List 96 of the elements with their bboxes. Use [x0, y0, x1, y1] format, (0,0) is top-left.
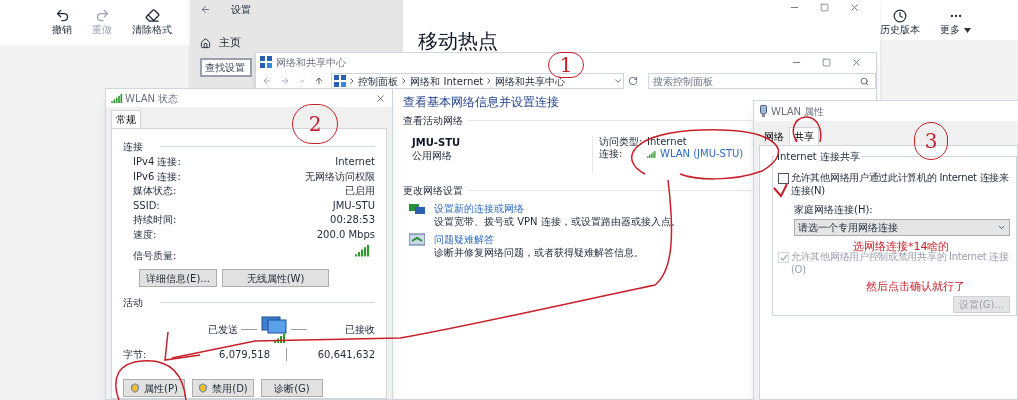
- field-label: 访问类型:: [599, 136, 644, 148]
- window-title: WLAN 属性: [771, 104, 825, 119]
- close-icon[interactable]: [375, 92, 386, 104]
- field-value: 200.0 Mbps: [315, 227, 375, 242]
- bytes-sent: 6,079,518: [218, 348, 270, 362]
- signal-icon: [355, 242, 370, 257]
- sent-label: 已发送: [208, 322, 238, 337]
- dialog-button[interactable]: 禁用(D): [192, 379, 254, 398]
- shield-icon: [130, 383, 141, 394]
- search-field[interactable]: 搜索控制面板: [647, 73, 876, 89]
- task-description: 设置宽带、拨号或 VPN 连接，或设置路由器或接入点。: [434, 215, 681, 228]
- signal-icon: [647, 150, 656, 158]
- field-label: IPv6 连接:: [133, 169, 182, 184]
- connection-link[interactable]: WLAN (JMU-STU): [660, 148, 744, 160]
- network-icon: [260, 56, 272, 68]
- task-description: 诊断并修复网络问题，或者获得疑难解答信息。: [434, 246, 644, 259]
- address-bar[interactable]: 控制面板 网络和 Internet 网络和共享中心: [331, 73, 624, 89]
- up-icon[interactable]: [313, 76, 324, 86]
- network-name: JMU-STU: [412, 136, 462, 149]
- eraser-icon[interactable]: [144, 8, 160, 23]
- field-label: 连接:: [599, 148, 624, 160]
- check-mark: [773, 183, 788, 198]
- field-label: 持续时间:: [133, 213, 178, 228]
- toolbar-label[interactable]: 历史版本: [880, 23, 920, 37]
- chevron-icon: [997, 223, 1006, 232]
- circle-mark: [115, 360, 187, 400]
- close-icon[interactable]: [849, 2, 860, 13]
- dialog-button[interactable]: 详细信息(E)...: [139, 269, 217, 288]
- dialog-button[interactable]: 无线属性(W): [222, 269, 329, 288]
- annotation-note: 然后点击确认就行了: [866, 280, 965, 293]
- chevron-right-icon: [402, 78, 407, 84]
- bytes-received: 60,641,632: [317, 348, 375, 362]
- caret-icon[interactable]: [964, 27, 971, 33]
- close-icon[interactable]: [851, 56, 862, 68]
- received-label: 已接收: [345, 322, 375, 337]
- field-value: 无网络访问权限: [305, 169, 375, 184]
- page-title: 移动热点: [418, 29, 499, 53]
- field-label: 速度:: [133, 227, 158, 242]
- dropdown-icon[interactable]: [612, 76, 623, 86]
- toolbar-label[interactable]: 清除格式: [132, 23, 172, 37]
- field-label: 信号质量:: [133, 248, 178, 263]
- window-title: 网络和共享中心: [276, 55, 346, 70]
- dialog-button[interactable]: 诊断(G): [261, 379, 323, 398]
- tab[interactable]: 常规: [111, 110, 141, 128]
- field-label: 媒体状态:: [133, 184, 178, 199]
- circle-mark: [792, 116, 822, 143]
- window-title: WLAN 状态: [125, 91, 179, 106]
- section-label: 更改网络设置: [403, 184, 463, 197]
- chevron-right-icon: [350, 78, 355, 84]
- shield-icon: [198, 383, 209, 394]
- dialog-button[interactable]: 属性(P): [123, 379, 185, 398]
- dropdown[interactable]: 请选一个专用网络连接: [794, 219, 1010, 236]
- back-icon[interactable]: [262, 76, 272, 86]
- network-category: 公用网络: [412, 149, 453, 162]
- field-label: 字节:: [123, 348, 148, 362]
- back-icon[interactable]: [200, 3, 211, 15]
- home-icon[interactable]: [200, 37, 211, 49]
- refresh-icon[interactable]: [627, 76, 638, 86]
- search-field[interactable]: 查找设置: [200, 58, 252, 77]
- computer-icon: [260, 315, 288, 344]
- window-title: 设置: [231, 2, 251, 17]
- network-icon: [334, 75, 347, 87]
- task-link[interactable]: 设置新的连接或网络: [434, 202, 681, 215]
- field-value: 00:28:53: [329, 213, 375, 228]
- field-value: Internet: [334, 155, 375, 169]
- field-label: 家庭网络连接(H):: [793, 203, 874, 216]
- signal-icon: [111, 93, 123, 103]
- checkbox-label[interactable]: 允许其他网络用户通过此计算机的 Internet 连接来连接(N): [791, 171, 1010, 197]
- adapter-icon: [760, 105, 767, 117]
- toolbar-label[interactable]: 更多: [940, 23, 960, 37]
- redo-icon[interactable]: [94, 8, 110, 23]
- undo-icon[interactable]: [54, 8, 70, 23]
- annotation-note: 选网络连接*14啥的: [853, 240, 950, 253]
- network-setup-icon: [409, 202, 425, 216]
- chevron-right-icon: [487, 78, 492, 84]
- maximize-icon[interactable]: [822, 57, 831, 67]
- field-value: Internet: [647, 136, 688, 148]
- search-icon: [860, 76, 869, 86]
- section-label: 查看活动网络: [403, 114, 463, 127]
- breadcrumb-item[interactable]: 网络和 Internet: [410, 73, 484, 89]
- field-label: SSID:: [133, 198, 161, 213]
- field-label: IPv4 连接:: [133, 155, 182, 169]
- clock-icon[interactable]: [893, 9, 907, 23]
- field-value: 已启用: [344, 184, 375, 199]
- troubleshoot-icon: [409, 233, 425, 247]
- section-label: 活动: [123, 296, 143, 310]
- nav-item[interactable]: 主页: [219, 34, 241, 52]
- section-label: 连接: [123, 140, 143, 153]
- checkbox[interactable]: [778, 173, 789, 184]
- breadcrumb-item[interactable]: 控制面板: [358, 73, 399, 89]
- task-link[interactable]: 问题疑难解答: [434, 233, 644, 246]
- group-label: Internet 连接共享: [775, 150, 862, 163]
- field-value: JMU-STU: [331, 198, 375, 213]
- tab[interactable]: 共享: [789, 127, 819, 145]
- toolbar-label[interactable]: 撤销: [52, 23, 72, 37]
- maximize-icon[interactable]: [820, 3, 829, 12]
